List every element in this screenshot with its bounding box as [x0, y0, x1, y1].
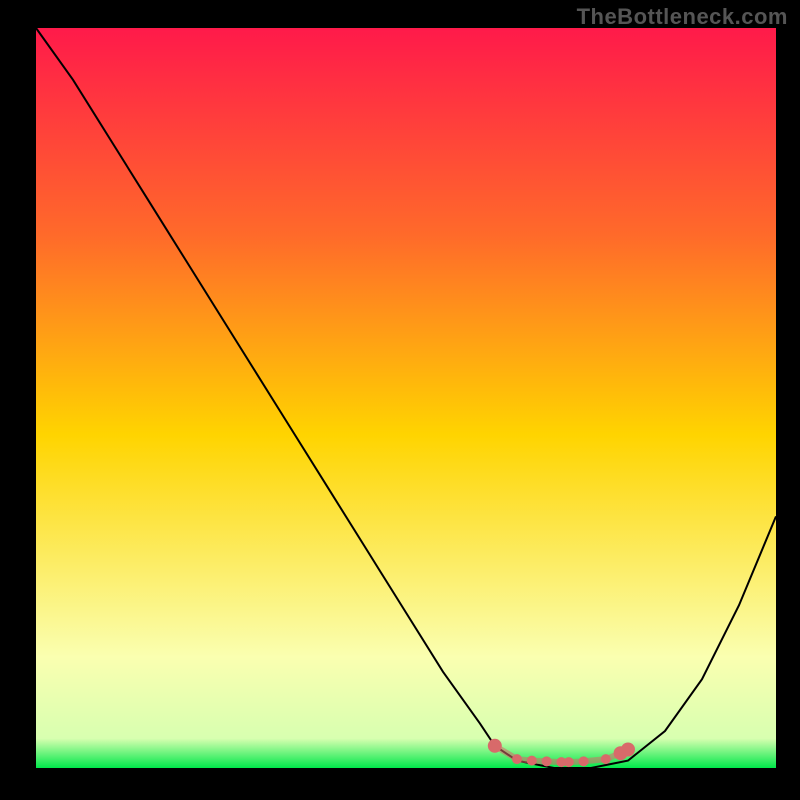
marker-dot: [564, 757, 574, 767]
chart-svg: [0, 0, 800, 800]
marker-dot: [527, 756, 537, 766]
marker-dot: [542, 756, 552, 766]
marker-dot: [601, 754, 611, 764]
plot-area: [36, 28, 776, 768]
marker-dot: [621, 743, 635, 757]
watermark-label: TheBottleneck.com: [577, 4, 788, 30]
marker-dot: [488, 739, 502, 753]
marker-dot: [579, 756, 589, 766]
chart-root: TheBottleneck.com: [0, 0, 800, 800]
marker-dot: [512, 754, 522, 764]
